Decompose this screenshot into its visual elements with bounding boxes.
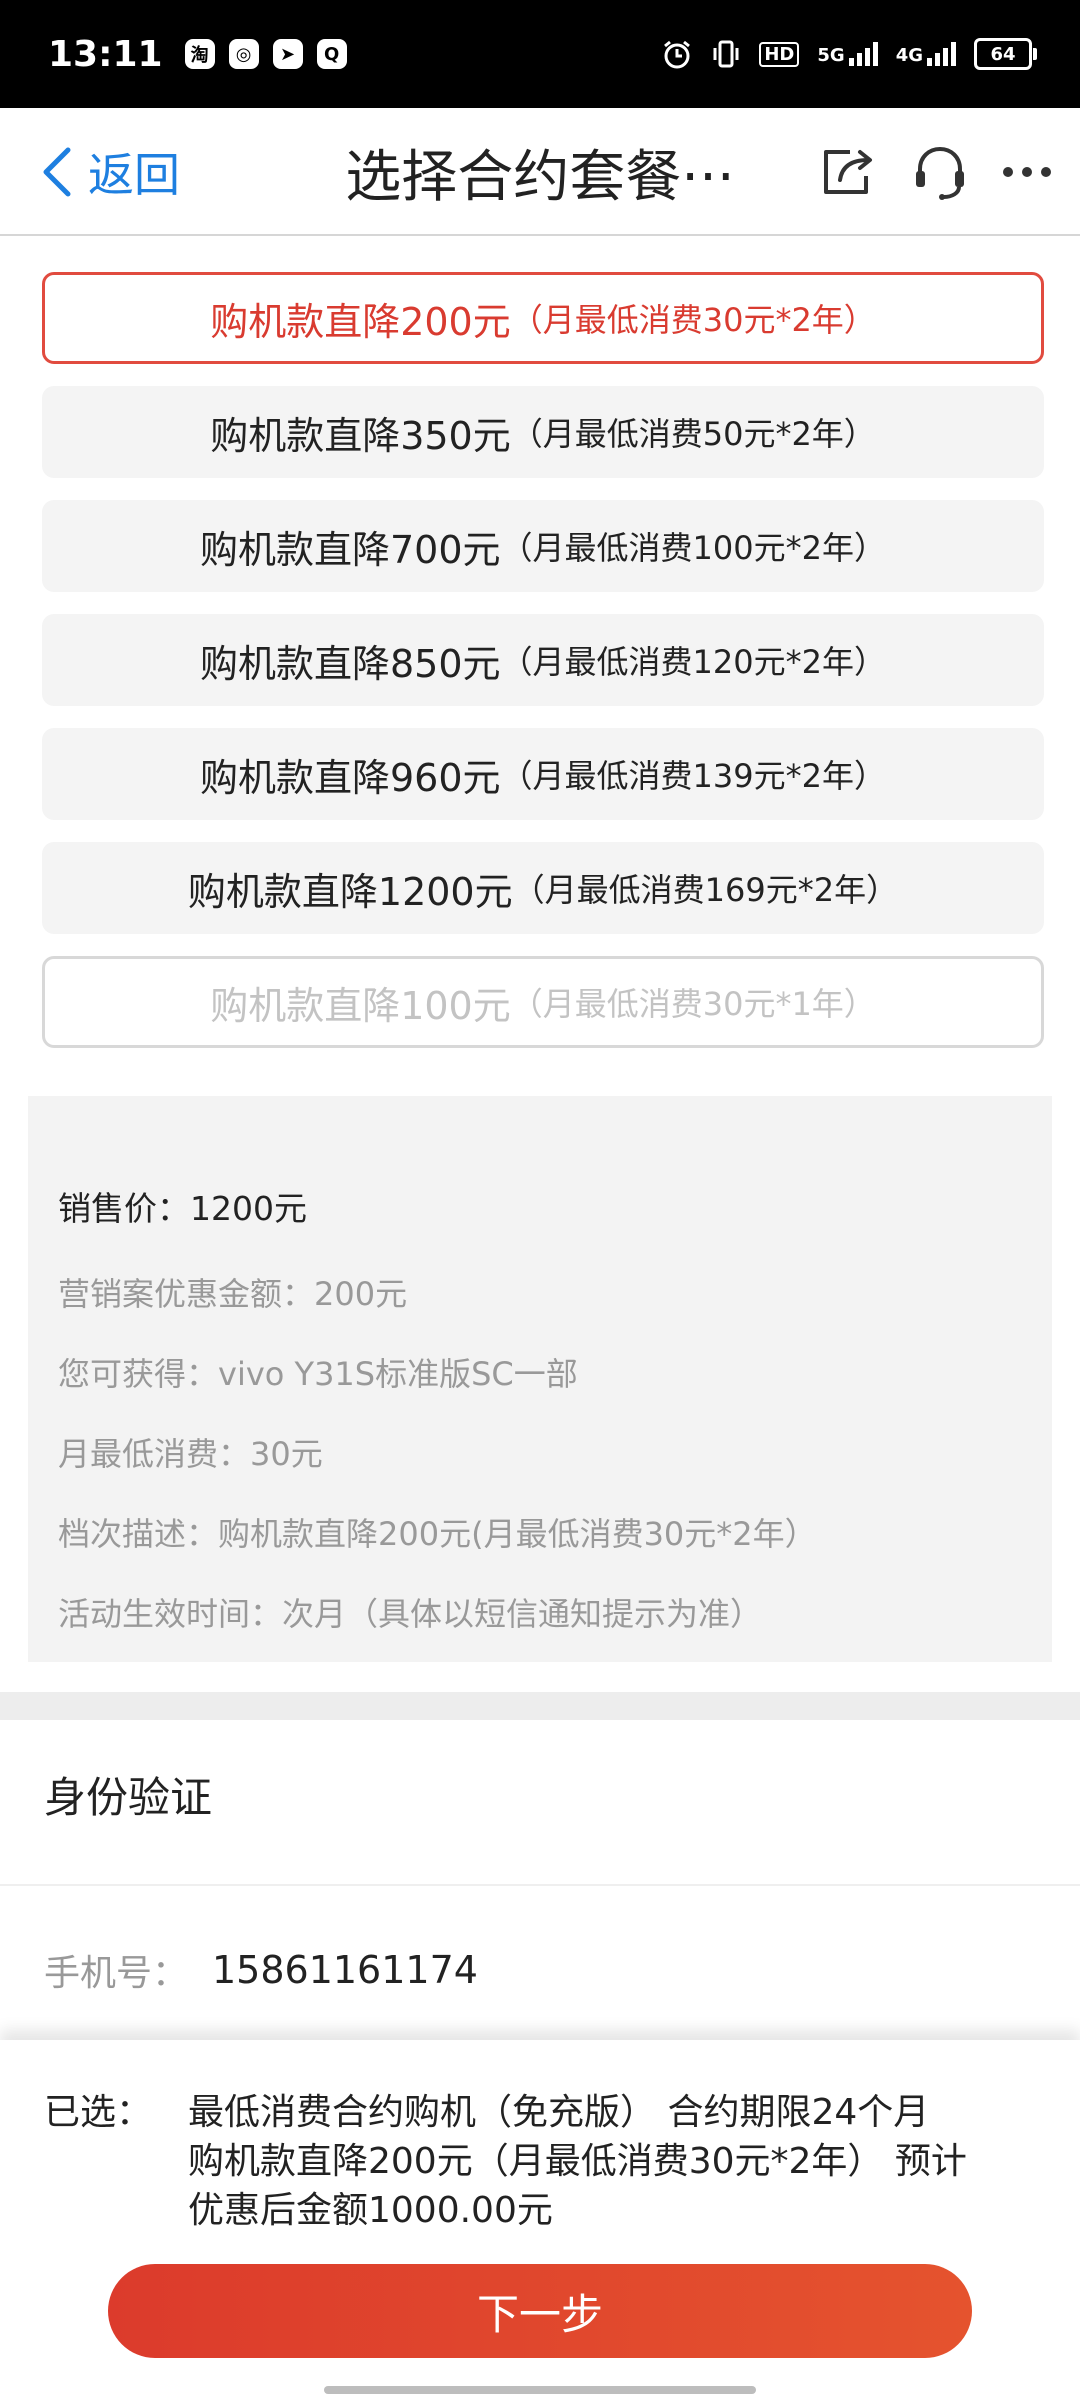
plan-option-sub: （月最低消费139元*2年） xyxy=(500,757,886,795)
plan-option-main: 购机款直降960元 xyxy=(200,755,501,800)
plan-options: 购机款直降200元 （月最低消费30元*2年） 购机款直降350元 （月最低消费… xyxy=(42,272,1044,1070)
signal-4g-icon: 4G xyxy=(896,42,956,66)
more-icon[interactable] xyxy=(1002,165,1052,179)
back-label: 返回 xyxy=(88,148,180,202)
nav-bar: 选择合约套餐··· 返回 xyxy=(0,108,1080,236)
identity-section-title: 身份验证 xyxy=(44,1773,213,1822)
back-button[interactable]: 返回 xyxy=(40,108,180,236)
plan-option[interactable]: 购机款直降350元 （月最低消费50元*2年） xyxy=(42,386,1044,478)
tier-description: 档次描述：购机款直降200元(月最低消费30元*2年） xyxy=(58,1515,817,1553)
battery-icon: 64 xyxy=(974,38,1037,70)
app-icon: ◎ xyxy=(228,39,259,69)
plan-option-main: 购机款直降350元 xyxy=(210,413,511,458)
plan-option-sub: （月最低消费30元*2年） xyxy=(510,301,876,339)
phone-row: 手机号： 15861161174 xyxy=(44,1944,478,1996)
status-bar: 13:11 淘 ◎ ➤ Q HD 5G 4G 64 xyxy=(0,0,1080,108)
plan-option-main: 购机款直降1200元 xyxy=(187,869,513,914)
plan-option[interactable]: 购机款直降1200元 （月最低消费169元*2年） xyxy=(42,842,1044,934)
selected-summary: 已选： 最低消费合约购机（免充版） 合约期限24个月 购机款直降200元（月最低… xyxy=(44,2088,1028,2235)
plan-option-main: 购机款直降700元 xyxy=(200,527,501,572)
notification-icons: 淘 ◎ ➤ Q xyxy=(184,39,347,69)
taobao-icon: 淘 xyxy=(184,39,215,69)
plan-option[interactable]: 购机款直降850元 （月最低消费120元*2年） xyxy=(42,614,1044,706)
vibrate-icon xyxy=(713,40,739,68)
status-time: 13:11 xyxy=(48,33,163,75)
plan-option[interactable]: 购机款直降700元 （月最低消费100元*2年） xyxy=(42,500,1044,592)
battery-level: 64 xyxy=(990,43,1016,65)
plan-option-sub: （月最低消费50元*2年） xyxy=(510,415,876,453)
sale-price: 销售价：1200元 xyxy=(58,1189,307,1228)
plan-option-disabled: 购机款直降100元 （月最低消费30元*1年） xyxy=(42,956,1044,1048)
gain-item: 您可获得：vivo Y31S标准版SC一部 xyxy=(58,1355,578,1393)
plan-option-main: 购机款直降200元 xyxy=(210,299,511,344)
plan-option-sub: （月最低消费120元*2年） xyxy=(500,643,886,681)
app-icon: ➤ xyxy=(272,39,303,69)
summary-text: 最低消费合约购机（免充版） 合约期限24个月 购机款直降200元（月最低消费30… xyxy=(188,2088,1028,2235)
plan-option-sub: （月最低消费169元*2年） xyxy=(512,871,899,909)
net1-label: 5G xyxy=(817,45,845,66)
effective-time: 活动生效时间：次月（具体以短信通知提示为准） xyxy=(58,1595,763,1633)
bottom-summary-bar: 已选： 最低消费合约购机（免充版） 合约期限24个月 购机款直降200元（月最低… xyxy=(0,2040,1080,2400)
plan-option-sub: （月最低消费100元*2年） xyxy=(500,529,886,567)
signal-5g-icon: 5G xyxy=(817,42,878,66)
plan-option-main: 购机款直降100元 xyxy=(210,983,511,1028)
divider xyxy=(0,1884,1080,1886)
hd-icon: HD xyxy=(759,41,800,67)
plan-option-sub: （月最低消费30元*1年） xyxy=(510,985,876,1023)
chevron-left-icon xyxy=(43,147,71,197)
phone-value[interactable]: 15861161174 xyxy=(212,1948,478,1992)
phone-label: 手机号： xyxy=(44,1953,189,1994)
plan-details-panel: 销售价：1200元 营销案优惠金额：200元 您可获得：vivo Y31S标准版… xyxy=(28,1096,1052,1662)
alarm-icon xyxy=(664,40,691,69)
summary-line2: 购机款直降200元（月最低消费30元*2年） 预计 xyxy=(188,2141,967,2182)
section-gap xyxy=(0,1692,1080,1720)
discount-amount: 营销案优惠金额：200元 xyxy=(58,1275,408,1313)
summary-line1: 最低消费合约购机（免充版） 合约期限24个月 xyxy=(188,2092,930,2133)
next-step-button[interactable]: 下一步 xyxy=(108,2264,972,2358)
net2-label: 4G xyxy=(895,45,923,66)
plan-option[interactable]: 购机款直降200元 （月最低消费30元*2年） xyxy=(42,272,1044,364)
app-icon: Q xyxy=(316,39,347,69)
share-icon[interactable] xyxy=(820,146,878,198)
plan-option[interactable]: 购机款直降960元 （月最低消费139元*2年） xyxy=(42,728,1044,820)
summary-line3: 优惠后金额1000.00元 xyxy=(188,2190,553,2231)
min-spend: 月最低消费：30元 xyxy=(58,1435,323,1473)
home-indicator[interactable] xyxy=(324,2386,756,2394)
headset-icon[interactable] xyxy=(912,143,968,201)
summary-label: 已选： xyxy=(44,2092,153,2133)
plan-option-main: 购机款直降850元 xyxy=(200,641,501,686)
